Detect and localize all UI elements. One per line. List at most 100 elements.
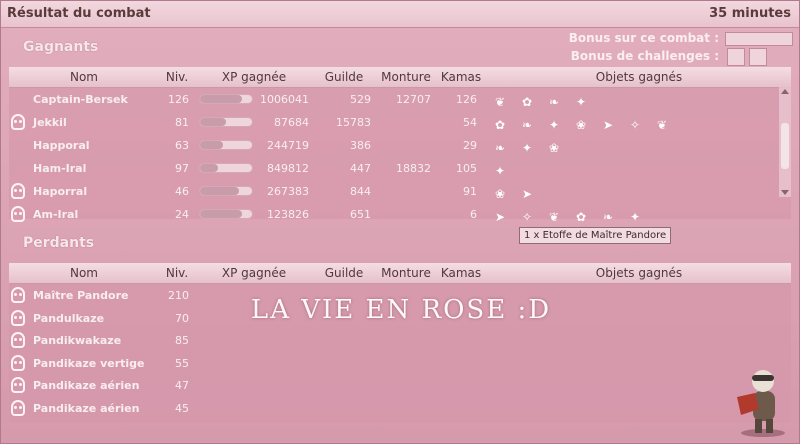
xp-progress-bar <box>199 117 253 127</box>
xp-progress-fill <box>200 118 226 126</box>
scroll-up-icon[interactable] <box>781 89 789 94</box>
player-name: Haporral <box>33 185 88 198</box>
player-level: 46 <box>175 185 189 198</box>
challenge-icon-1[interactable] <box>727 48 745 66</box>
xp-progress-bar <box>199 94 253 104</box>
kamas-value: 91 <box>463 185 477 198</box>
loot-item-icon[interactable]: ➤ <box>599 118 617 132</box>
loot-item-icon[interactable]: ✧ <box>518 210 536 224</box>
col-level: Niv. <box>165 266 189 280</box>
loot-item-icon[interactable]: ✿ <box>572 210 590 224</box>
player-level: 63 <box>175 139 189 152</box>
winner-row[interactable]: Captain-Bersek 126 1006041 529 12707 126 ❦ ✿ ❧ ✦ <box>9 89 777 111</box>
kamas-value: 54 <box>463 116 477 129</box>
loot-item-icon[interactable]: ❧ <box>518 118 536 132</box>
loser-row[interactable]: Pandikaze aérien 45 <box>9 398 777 420</box>
bonus-combat-label: Bonus sur ce combat : <box>568 31 719 45</box>
losers-header: Nom Niv. XP gagnée Guilde Monture Kamas … <box>9 263 791 284</box>
col-name: Nom <box>69 70 98 84</box>
col-kamas: Kamas <box>440 266 482 280</box>
col-guild: Guilde <box>324 70 364 84</box>
skull-icon <box>11 354 25 371</box>
loot-items: ❦ ✿ ❧ ✦ <box>491 91 599 109</box>
mount-xp: 18832 <box>396 162 431 175</box>
monster-level: 85 <box>175 334 189 347</box>
scroll-down-icon[interactable] <box>781 190 789 195</box>
loot-item-icon[interactable]: ✧ <box>626 118 644 132</box>
loot-item-icon[interactable]: ✦ <box>626 210 644 224</box>
player-level: 81 <box>175 116 189 129</box>
loot-items: ✿ ❧ ✦ ❀ ➤ ✧ ❦ <box>491 114 680 132</box>
loot-item-icon[interactable]: ✦ <box>491 164 509 178</box>
player-level: 24 <box>175 208 189 221</box>
xp-value: 849812 <box>267 162 309 175</box>
loot-item-icon[interactable]: ❦ <box>545 210 563 224</box>
winner-row[interactable]: Am-Iral 24 123826 651 6 ➤ ✧ ❦ ✿ ❧ ✦ <box>9 204 777 226</box>
character-avatar <box>737 370 785 437</box>
loot-item-icon[interactable]: ❧ <box>545 95 563 109</box>
winner-row[interactable]: Jekkil 81 87684 15783 54 ✿ ❧ ✦ ❀ ➤ ✧ ❦ <box>9 112 777 134</box>
col-name: Nom <box>69 266 98 280</box>
col-mount: Monture <box>381 266 431 280</box>
loot-item-icon[interactable]: ✿ <box>491 118 509 132</box>
xp-progress-bar <box>199 140 253 150</box>
skull-icon <box>11 206 25 222</box>
monster-name: Pandikaze vertige <box>33 356 145 370</box>
loot-item-icon[interactable]: ➤ <box>491 210 509 224</box>
loot-item-icon[interactable]: ❧ <box>491 141 509 155</box>
loot-item-icon[interactable]: ❀ <box>491 187 509 201</box>
loot-item-icon[interactable]: ❦ <box>653 118 671 132</box>
col-level: Niv. <box>165 70 189 84</box>
loot-items: ❀ ➤ <box>491 183 545 201</box>
winners-scrollbar[interactable] <box>779 87 791 197</box>
challenge-icon-2[interactable] <box>749 48 767 66</box>
col-kamas: Kamas <box>440 70 482 84</box>
col-mount: Monture <box>381 70 431 84</box>
window-title: Résultat du combat <box>7 6 151 21</box>
skull-icon <box>11 183 25 199</box>
loot-item-icon[interactable]: ❀ <box>545 141 563 155</box>
loot-items: ➤ ✧ ❦ ✿ ❧ ✦ <box>491 206 653 224</box>
scroll-thumb[interactable] <box>781 123 789 169</box>
loot-item-icon[interactable]: ✦ <box>518 141 536 155</box>
loser-row[interactable]: Pandikaze aérien 47 <box>9 375 777 397</box>
xp-value: 1006041 <box>260 93 309 106</box>
winners-heading: Gagnants <box>23 39 99 55</box>
winners-header: Nom Niv. XP gagnée Guilde Monture Kamas … <box>9 67 791 88</box>
bonus-combat-slot <box>725 32 793 46</box>
loot-item-icon[interactable]: ❦ <box>491 95 509 109</box>
monster-level: 45 <box>175 401 189 415</box>
col-items: Objets gagnés <box>595 70 683 84</box>
col-xp: XP gagnée <box>221 266 287 280</box>
loot-item-icon[interactable]: ✦ <box>572 95 590 109</box>
skull-icon <box>11 399 25 416</box>
xp-progress-fill <box>200 164 219 172</box>
monster-name: Pandikaze aérien <box>33 401 140 415</box>
winner-row[interactable]: Happoral 63 244719 386 29 ❧ ✦ ❀ <box>9 135 777 157</box>
losers-table: Nom Niv. XP gagnée Guilde Monture Kamas … <box>9 263 791 423</box>
player-level: 126 <box>168 93 189 106</box>
guild-xp: 386 <box>350 139 371 152</box>
monster-name: Pandikaze aérien <box>33 379 140 392</box>
loser-row[interactable]: Pandikwakaze 85 <box>9 330 777 352</box>
xp-value: 123826 <box>267 208 309 221</box>
skull-icon <box>11 377 25 393</box>
loser-row[interactable]: Pandikaze vertige 55 <box>9 353 777 375</box>
winner-row[interactable]: Haporral 46 267383 844 91 ❀ ➤ <box>9 181 777 203</box>
winner-row[interactable]: Ham-Iral 97 849812 447 18832 105 ✦ <box>9 158 777 180</box>
monster-level: 55 <box>175 356 189 370</box>
xp-progress-fill <box>200 187 239 195</box>
col-items: Objets gagnés <box>595 266 683 280</box>
xp-value: 244719 <box>267 139 309 152</box>
loot-item-icon[interactable]: ✦ <box>545 118 563 132</box>
loot-item-icon[interactable]: ✿ <box>518 95 536 109</box>
loot-item-icon[interactable]: ➤ <box>518 187 536 201</box>
winners-table: Nom Niv. XP gagnée Guilde Monture Kamas … <box>9 67 791 224</box>
loot-item-icon[interactable]: ❀ <box>572 118 590 132</box>
title-bar: Résultat du combat 35 minutes <box>1 1 799 28</box>
loot-item-icon[interactable]: ❧ <box>599 210 617 224</box>
combat-result-window: Résultat du combat 35 minutes Gagnants B… <box>0 0 800 444</box>
bonus-challenges-label: Bonus de challenges : <box>570 49 719 63</box>
guild-xp: 447 <box>350 162 371 175</box>
xp-value: 87684 <box>274 116 309 129</box>
